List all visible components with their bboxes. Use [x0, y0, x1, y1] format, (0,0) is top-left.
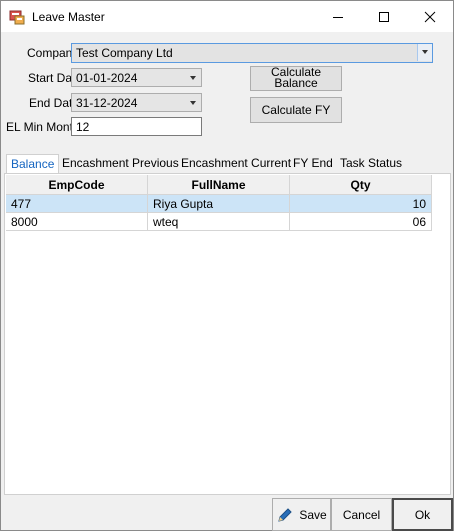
- calculate-fy-label: Calculate FY: [261, 103, 331, 117]
- cell-fullname[interactable]: wteq: [148, 213, 290, 231]
- tab-balance[interactable]: Balance: [6, 154, 60, 174]
- minimize-icon: [333, 16, 343, 18]
- ok-button[interactable]: Ok: [392, 498, 453, 531]
- balance-panel: EmpCode FullName Qty 477 Riya Gupta 10 8…: [4, 173, 451, 495]
- ok-label: Ok: [414, 507, 431, 522]
- leave-master-window: Leave Master Compan Test Company Ltd Sta…: [0, 0, 454, 531]
- tab-encashment-previous[interactable]: Encashment Previous: [62, 154, 179, 173]
- chevron-down-icon: [422, 50, 428, 54]
- column-header-qty[interactable]: Qty: [290, 175, 432, 195]
- cell-empcode[interactable]: 8000: [6, 213, 148, 231]
- cancel-button[interactable]: Cancel: [331, 498, 392, 531]
- cell-empcode[interactable]: 477: [6, 195, 148, 213]
- calculate-balance-button[interactable]: Calculate Balance: [250, 66, 342, 91]
- save-button[interactable]: Save: [272, 498, 331, 531]
- cell-qty[interactable]: 06: [290, 213, 432, 231]
- window-title: Leave Master: [32, 10, 105, 24]
- column-header-empcode[interactable]: EmpCode: [6, 175, 148, 195]
- start-date-value: 01-01-2024: [76, 71, 138, 85]
- company-dropdown-button[interactable]: [417, 44, 432, 61]
- end-date-label: End Dat: [29, 96, 72, 110]
- tab-fy-end[interactable]: FY End: [293, 154, 333, 173]
- maximize-icon: [379, 11, 389, 22]
- calculate-fy-button[interactable]: Calculate FY: [250, 97, 342, 123]
- chevron-down-icon: [190, 76, 196, 80]
- start-date-label: Start Dat: [28, 71, 72, 85]
- end-date-value: 31-12-2024: [76, 96, 138, 110]
- end-date-combo[interactable]: 31-12-2024: [71, 93, 202, 112]
- chevron-down-icon: [190, 101, 196, 105]
- close-icon: [424, 11, 436, 22]
- close-button[interactable]: [407, 1, 453, 32]
- app-icon: [9, 10, 25, 25]
- company-combo[interactable]: Test Company Ltd: [71, 43, 433, 63]
- tab-task-status[interactable]: Task Status: [340, 154, 402, 173]
- save-label: Save: [299, 507, 327, 522]
- minimize-button[interactable]: [315, 1, 361, 32]
- el-min-months-label: EL Min Mont: [6, 120, 72, 134]
- cancel-label: Cancel: [342, 507, 381, 522]
- cell-fullname[interactable]: Riya Gupta: [148, 195, 290, 213]
- company-value: Test Company Ltd: [76, 46, 173, 60]
- pencil-icon: [278, 507, 293, 522]
- company-label: Compan: [27, 46, 71, 60]
- el-min-months-input[interactable]: 12: [71, 117, 202, 136]
- tab-encashment-current[interactable]: Encashment Current: [181, 154, 291, 173]
- maximize-button[interactable]: [361, 1, 407, 32]
- title-bar: Leave Master: [1, 1, 453, 32]
- calculate-balance-label: Calculate Balance: [270, 66, 322, 90]
- column-header-fullname[interactable]: FullName: [148, 175, 290, 195]
- cell-qty[interactable]: 10: [290, 195, 432, 213]
- start-date-combo[interactable]: 01-01-2024: [71, 68, 202, 87]
- el-min-months-value: 12: [76, 120, 90, 134]
